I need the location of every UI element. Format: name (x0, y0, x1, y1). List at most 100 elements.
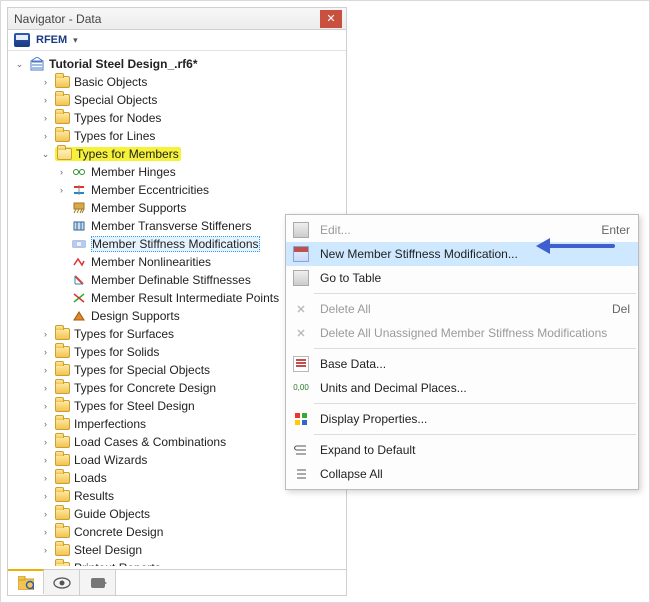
folder-icon (55, 436, 70, 448)
tree-item-label: Types for Solids (74, 345, 159, 359)
tree-item-label: Steel Design (74, 543, 142, 557)
toggle-icon[interactable]: › (40, 401, 51, 411)
tree-item-label: Loads (74, 471, 107, 485)
toggle-icon[interactable]: › (56, 185, 67, 195)
menu-item-label: Delete All Unassigned Member Stiffness M… (320, 326, 630, 340)
menu-item-label: Base Data... (320, 357, 630, 371)
menu-item[interactable]: Display Properties... (286, 407, 638, 431)
folder-icon (55, 94, 70, 106)
tree-item-label: Types for Members (76, 147, 179, 161)
menu-item-label: Expand to Default (320, 443, 630, 457)
tree-item[interactable]: ›Printout Reports (12, 559, 346, 566)
chevron-down-icon: ▾ (73, 35, 78, 46)
toggle-icon[interactable]: › (40, 113, 51, 123)
toggle-icon[interactable]: › (40, 95, 51, 105)
toggle-icon[interactable]: › (40, 131, 51, 141)
menu-item[interactable]: Collapse All (286, 462, 638, 486)
folder-icon (55, 562, 70, 566)
tree-item-label: Member Stiffness Modifications (91, 236, 260, 252)
tree-item-label: Member Hinges (91, 165, 176, 179)
tab-data[interactable] (8, 569, 44, 594)
tree-item-label: Special Objects (74, 93, 157, 107)
tree-root-label: Tutorial Steel Design_.rf6* (49, 57, 197, 71)
eye-icon (53, 577, 71, 589)
toggle-icon[interactable]: › (40, 419, 51, 429)
tree-item[interactable]: ›Types for Nodes (12, 109, 346, 127)
menu-item[interactable]: Expand to Default (286, 438, 638, 462)
toggle-icon[interactable]: › (40, 563, 51, 566)
tree-item[interactable]: › Guide Objects (12, 505, 346, 523)
stiffness-mod-icon (71, 236, 87, 252)
folder-icon (55, 544, 70, 556)
menu-separator (314, 293, 636, 294)
delete-icon: ✕ (293, 301, 309, 317)
tree-item-label: Results (74, 489, 114, 503)
hinge-icon (71, 164, 87, 180)
tree-item-label: Member Result Intermediate Points (91, 291, 279, 305)
toggle-icon[interactable]: › (40, 365, 51, 375)
units-icon: 0,00 (293, 380, 309, 396)
close-button[interactable]: ✕ (320, 10, 342, 28)
menu-item-label: Edit... (320, 223, 593, 237)
tree-item-label: Member Transverse Stiffeners (91, 219, 252, 233)
menu-item-label: Go to Table (320, 271, 630, 285)
tree-root[interactable]: ⌄ Tutorial Steel Design_.rf6* (12, 55, 346, 73)
menu-item[interactable]: New Member Stiffness Modification... (286, 242, 638, 266)
menu-item[interactable]: Base Data... (286, 352, 638, 376)
tree-item[interactable]: ⌄ Types for Members (12, 145, 346, 163)
folder-icon (55, 130, 70, 142)
toggle-icon[interactable]: › (40, 383, 51, 393)
toggle-icon[interactable]: › (40, 527, 51, 537)
toggle-icon[interactable]: › (56, 167, 67, 177)
tree-item-label: Guide Objects (74, 507, 150, 521)
tree-item[interactable]: ›Concrete Design (12, 523, 346, 541)
document-icon (293, 356, 309, 372)
toggle-icon[interactable]: ⌄ (40, 149, 51, 160)
model-icon (29, 56, 45, 72)
toggle-icon[interactable]: › (40, 545, 51, 555)
menu-separator (314, 403, 636, 404)
design-support-icon (71, 308, 87, 324)
toggle-icon[interactable]: ⌄ (14, 59, 25, 70)
app-icon (14, 33, 30, 47)
bottom-tab-strip (8, 569, 346, 595)
toggle-icon[interactable]: › (40, 509, 51, 519)
menu-item[interactable]: 0,00 Units and Decimal Places... (286, 376, 638, 400)
toggle-icon[interactable]: › (40, 437, 51, 447)
tree-item[interactable]: › Member Eccentricities (12, 181, 346, 199)
folder-icon (55, 346, 70, 358)
menu-item-shortcut: Enter (601, 223, 630, 237)
new-table-icon (293, 246, 309, 262)
tree-item[interactable]: ›Basic Objects (12, 73, 346, 91)
menu-item[interactable]: Go to Table (286, 266, 638, 290)
toggle-icon[interactable]: › (40, 491, 51, 501)
menu-item-label: Units and Decimal Places... (320, 381, 630, 395)
toggle-icon[interactable]: › (40, 77, 51, 87)
display-props-icon (293, 411, 309, 427)
titlebar: Navigator - Data ✕ (8, 8, 346, 30)
toggle-icon[interactable]: › (40, 455, 51, 465)
result-points-icon (71, 290, 87, 306)
menu-item-label: New Member Stiffness Modification... (320, 247, 630, 261)
toggle-icon[interactable]: › (40, 347, 51, 357)
nonlinearity-icon (71, 254, 87, 270)
data-tab-icon (18, 576, 34, 590)
tab-display[interactable] (44, 570, 80, 595)
tree-item[interactable]: › Member Hinges (12, 163, 346, 181)
tree-item-label: Load Wizards (74, 453, 147, 467)
menu-item: ✕Delete All Unassigned Member Stiffness … (286, 321, 638, 345)
tree-item[interactable]: › Steel Design (12, 541, 346, 559)
folder-icon (55, 472, 70, 484)
tree-item[interactable]: › Special Objects (12, 91, 346, 109)
app-selector[interactable]: RFEM ▾ (8, 30, 346, 51)
menu-item: ✕Delete AllDel (286, 297, 638, 321)
toggle-icon[interactable]: › (40, 329, 51, 339)
support-icon (71, 200, 87, 216)
tree-item-label: Types for Surfaces (74, 327, 174, 341)
folder-icon (55, 418, 70, 430)
tab-views[interactable] (80, 570, 116, 595)
tree-item-label: Member Eccentricities (91, 183, 209, 197)
tree-item[interactable]: ›Types for Lines (12, 127, 346, 145)
context-menu: Edit... Enter New Member Stiffness Modific… (285, 214, 639, 490)
toggle-icon[interactable]: › (40, 473, 51, 483)
